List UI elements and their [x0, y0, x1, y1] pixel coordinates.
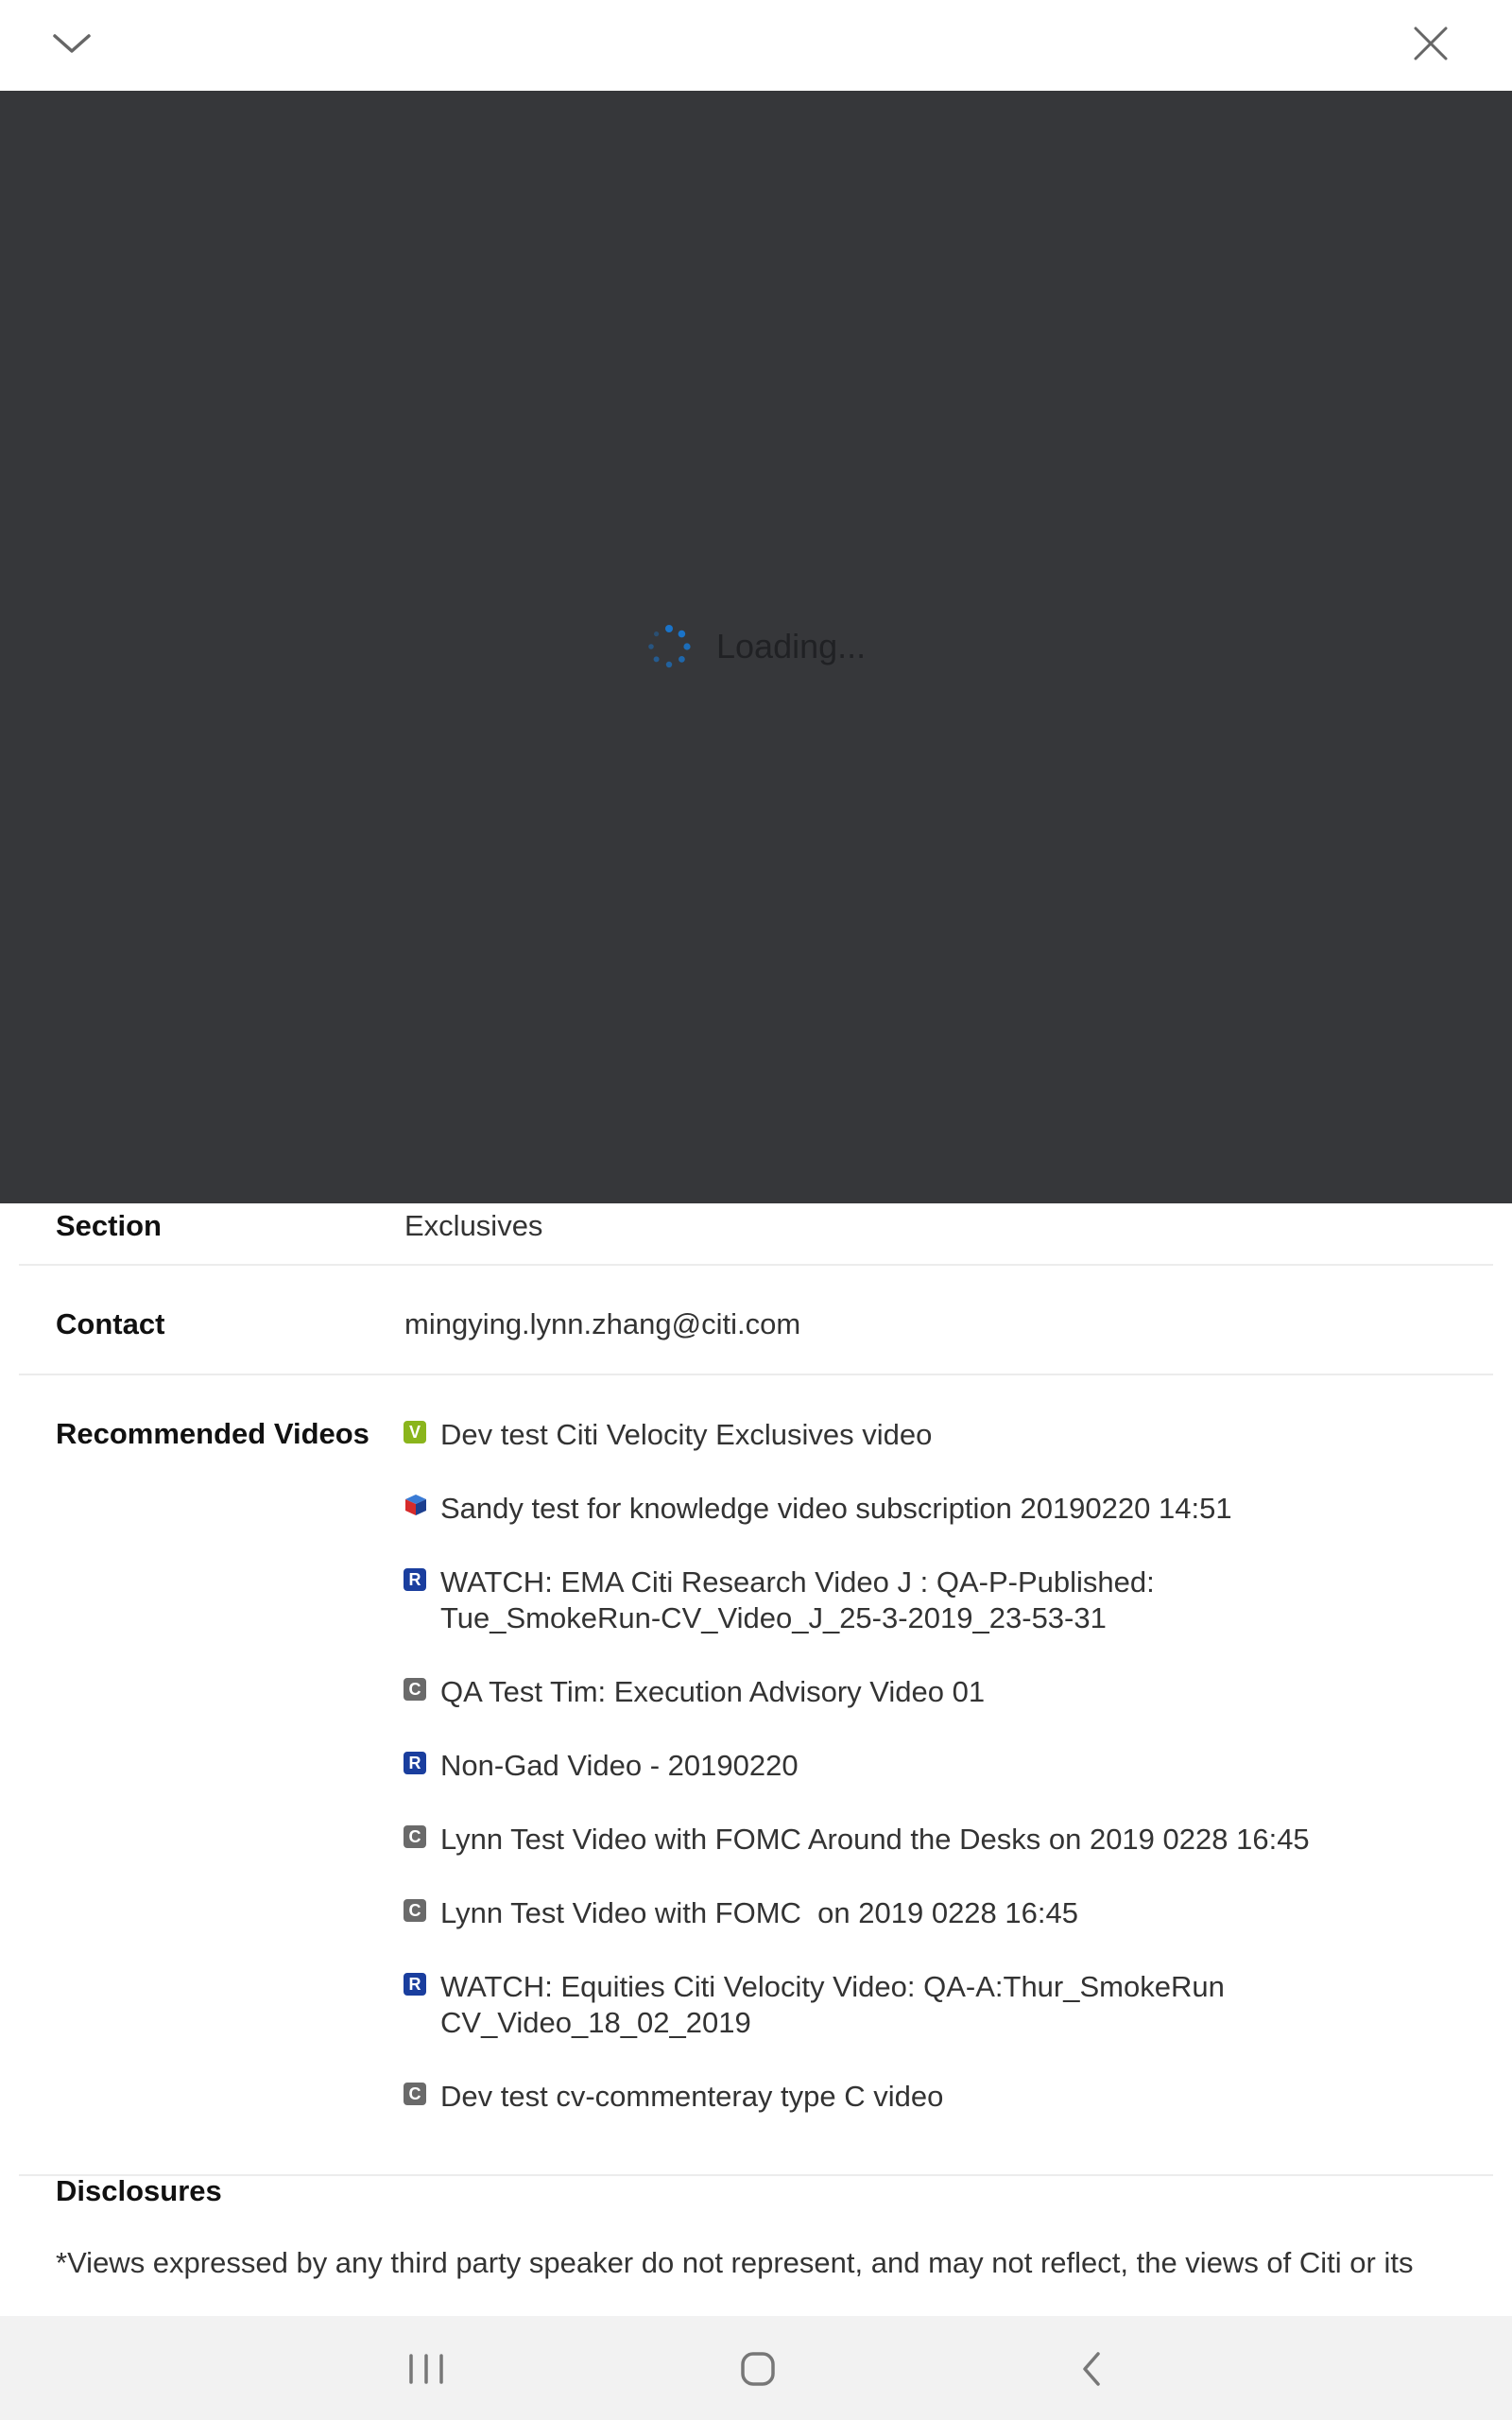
recommended-video-title: QA Test Tim: Execution Advisory Video 01: [440, 1675, 986, 1708]
home-button[interactable]: [730, 2348, 786, 2390]
recommended-video-item[interactable]: R WATCH: EMA Citi Research Video J : QA-P…: [404, 1564, 1490, 1636]
contact-email[interactable]: mingying.lynn.zhang@citi.com: [404, 1307, 800, 1341]
c-badge-icon: C: [404, 1678, 426, 1701]
recommended-video-item[interactable]: C QA Test Tim: Execution Advisory Video 0…: [404, 1674, 1490, 1710]
r-badge-icon: R: [404, 1752, 426, 1774]
loading-text: Loading...: [716, 627, 867, 666]
section-row: Section Exclusives: [19, 1203, 1493, 1266]
spinner-icon: [648, 625, 691, 668]
recommended-video-title: Sandy test for knowledge video subscript…: [440, 1492, 1232, 1525]
recommended-video-title: Lynn Test Video with FOMC on 2019 0228 1…: [440, 1896, 1078, 1929]
recommended-video-title: Dev test cv-commenteray type C video: [440, 2080, 944, 2113]
video-player[interactable]: Loading...: [0, 91, 1512, 1203]
recommended-video-title: WATCH: Equities Citi Velocity Video: QA-…: [440, 1970, 1225, 2039]
recommended-video-item[interactable]: V Dev test Citi Velocity Exclusives video: [404, 1417, 1490, 1453]
c-badge-icon: C: [404, 2083, 426, 2105]
system-navigation-bar: [0, 2316, 1512, 2420]
section-value: Exclusives: [404, 1209, 543, 1242]
top-bar: [0, 0, 1512, 91]
close-icon: [1414, 26, 1448, 60]
recommended-video-title: WATCH: EMA Citi Research Video J : QA-P-…: [440, 1565, 1155, 1634]
recommended-video-item[interactable]: R WATCH: Equities Citi Velocity Video: QA…: [404, 1969, 1490, 2041]
close-button[interactable]: [1410, 23, 1463, 68]
back-button[interactable]: [1064, 2348, 1121, 2390]
v-badge-icon: V: [404, 1421, 426, 1443]
back-icon: [1083, 2352, 1100, 2386]
recommended-video-title: Lynn Test Video with FOMC Around the Des…: [440, 1823, 1310, 1856]
r-badge-icon: R: [404, 1973, 426, 1996]
home-icon: [741, 2352, 775, 2386]
c-badge-icon: C: [404, 1825, 426, 1848]
recommended-videos-label: Recommended Videos: [56, 1417, 369, 1450]
recommended-video-item[interactable]: Sandy test for knowledge video subscript…: [404, 1491, 1490, 1527]
recommended-video-title: Non-Gad Video - 20190220: [440, 1749, 799, 1782]
recommended-videos-row: Recommended Videos V Dev test Citi Veloci…: [19, 1375, 1493, 2176]
disclosures-text: *Views expressed by any third party spea…: [56, 2246, 1414, 2279]
recommended-video-item[interactable]: C Lynn Test Video with FOMC on 2019 0228 …: [404, 1895, 1490, 1931]
chevron-down-icon: [53, 34, 91, 53]
disclosures-title: Disclosures: [56, 2174, 222, 2207]
cube-icon: [404, 1493, 428, 1517]
recommended-videos-list: V Dev test Citi Velocity Exclusives video…: [404, 1417, 1490, 2152]
contact-label: Contact: [56, 1307, 165, 1340]
video-details: Section Exclusives Contact mingying.lynn…: [0, 1203, 1512, 2176]
loading-indicator: Loading...: [646, 620, 866, 673]
recommended-video-item[interactable]: R Non-Gad Video - 20190220: [404, 1748, 1490, 1784]
recent-apps-icon: [409, 2354, 443, 2384]
collapse-button[interactable]: [51, 23, 104, 68]
section-label: Section: [56, 1209, 162, 1242]
recommended-video-title: Dev test Citi Velocity Exclusives video: [440, 1418, 933, 1451]
recommended-video-item[interactable]: C Dev test cv-commenteray type C video: [404, 2079, 1490, 2115]
c-badge-icon: C: [404, 1899, 426, 1922]
recommended-video-item[interactable]: C Lynn Test Video with FOMC Around the De…: [404, 1822, 1490, 1858]
r-badge-icon: R: [404, 1568, 426, 1591]
recent-apps-button[interactable]: [398, 2348, 455, 2390]
contact-row: Contact mingying.lynn.zhang@citi.com: [19, 1266, 1493, 1375]
